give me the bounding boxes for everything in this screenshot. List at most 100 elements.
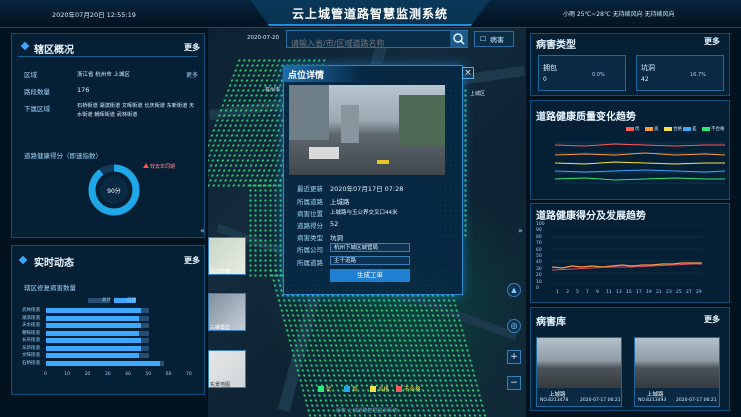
map-legend-swatch bbox=[370, 386, 376, 392]
score-y-tick: 40 bbox=[536, 260, 542, 266]
repair-bar-repaired bbox=[46, 323, 142, 328]
disease-card-2-pct: 16.7% bbox=[690, 72, 706, 78]
collapse-right-icon[interactable]: » bbox=[518, 226, 523, 235]
popup-road-label: 所属道路 bbox=[297, 198, 323, 206]
compass-icon[interactable]: ▲ bbox=[507, 283, 521, 297]
realtime-more-link[interactable]: 更多 bbox=[184, 255, 200, 266]
map-date: 2020-07-20 bbox=[247, 35, 279, 41]
map-thumb-3d-label: 三维模型 bbox=[210, 325, 231, 331]
disease-card-2[interactable] bbox=[636, 55, 724, 91]
quality-legend-swatch bbox=[645, 127, 653, 131]
library-title: 病害库 bbox=[536, 317, 566, 328]
quality-legend-label: 差 bbox=[692, 127, 697, 132]
disease-type-more-link[interactable]: 更多 bbox=[704, 36, 720, 47]
score-x-tick: 7 bbox=[586, 290, 589, 295]
score-x-tick: 19 bbox=[646, 290, 652, 295]
score-y-tick: 0 bbox=[536, 286, 539, 291]
company-select[interactable]: 杭州下城区城管局 bbox=[330, 243, 410, 252]
quality-legend-label: 合格 bbox=[673, 127, 682, 132]
header-datetime: 2020年07月20日 12:55:19 bbox=[52, 11, 136, 19]
repair-bar-repaired bbox=[46, 360, 160, 366]
score-y-tick: 50 bbox=[536, 254, 542, 259]
popup-score-label: 道路得分 bbox=[297, 222, 323, 230]
score-x-tick: 29 bbox=[696, 290, 702, 295]
repair-bar-label: 武林街道 bbox=[22, 308, 40, 313]
zoom-in-button[interactable]: + bbox=[507, 350, 521, 364]
repair-bar-repaired bbox=[46, 330, 140, 336]
popup-type-value: 坑洞 bbox=[330, 234, 343, 242]
repair-bar-label: 湖滨街道 bbox=[22, 315, 40, 321]
score-y-tick: 10 bbox=[536, 279, 542, 285]
filter-icon: ☐ bbox=[480, 35, 487, 43]
legend-repaired-label: 已修 bbox=[127, 298, 136, 303]
quality-legend-swatch bbox=[702, 127, 710, 131]
road-count-label: 路段数量 bbox=[24, 88, 50, 96]
popup-title: 点位详情 bbox=[288, 71, 325, 81]
score-trend-title: 道路健康得分及发展趋势 bbox=[536, 211, 646, 222]
streets-label: 下属区域 bbox=[24, 105, 50, 113]
locate-icon[interactable]: ◎ bbox=[507, 319, 521, 333]
map-label-2: 上城区 bbox=[470, 91, 486, 97]
disease-card-1[interactable] bbox=[538, 55, 626, 91]
popup-close-icon[interactable]: × bbox=[462, 67, 474, 79]
map-label-1: 杭州市 bbox=[265, 87, 281, 93]
map-thumb-history-label: 历史影像 bbox=[210, 269, 231, 275]
score-y-tick: 60 bbox=[536, 247, 542, 253]
quality-legend-label: 不合格 bbox=[711, 127, 725, 132]
popup-location-value: 上城路与玉公界交叉口44米 bbox=[330, 210, 398, 216]
repair-x-tick: 40 bbox=[125, 372, 131, 377]
score-y-tick: 90 bbox=[536, 228, 542, 234]
filter-button[interactable]: ☐ 病害 bbox=[474, 31, 514, 47]
collapse-left-icon[interactable]: « bbox=[200, 226, 205, 235]
disease-card-1-name: 拥包 bbox=[543, 64, 557, 72]
popup-photo bbox=[289, 85, 445, 175]
library-item-1-id: NO.8213478 bbox=[540, 398, 569, 403]
map-legend-label: 良 bbox=[352, 387, 358, 393]
popup-type-label: 病害类型 bbox=[297, 234, 323, 242]
map-legend-label: 优 bbox=[326, 387, 332, 393]
repair-bar-repaired bbox=[46, 345, 142, 351]
header-weather: 小雨 25℃~28℃ 无持续风向 无持续风向 bbox=[563, 11, 675, 18]
disease-card-1-count: 0 bbox=[543, 76, 547, 83]
quality-line-4 bbox=[555, 169, 725, 173]
score-x-tick: 17 bbox=[636, 290, 642, 295]
region-label: 区域 bbox=[24, 71, 37, 79]
district-more-link[interactable]: 更多 bbox=[184, 42, 200, 53]
library-more-link[interactable]: 更多 bbox=[704, 314, 720, 325]
quality-legend-swatch bbox=[664, 127, 672, 131]
popup-update-value: 2020年07月17日 07:28 bbox=[330, 185, 404, 193]
popup-company-label: 所属公司 bbox=[297, 246, 323, 254]
legend-total-label: 总计 bbox=[102, 298, 111, 303]
repair-bar-label: 长庆街道 bbox=[22, 338, 40, 343]
repair-bar-repaired bbox=[46, 308, 142, 313]
map-search-box[interactable] bbox=[286, 30, 468, 52]
map-legend-swatch bbox=[396, 386, 402, 392]
score-y-tick: 100 bbox=[536, 222, 545, 227]
region-extra-link[interactable]: 更多 bbox=[186, 70, 198, 79]
score-trend-chart bbox=[552, 225, 702, 285]
disease-card-2-count: 42 bbox=[641, 76, 649, 83]
quality-line-2 bbox=[555, 152, 725, 156]
generate-ticket-button[interactable]: 生成工单 bbox=[330, 269, 410, 282]
repair-x-tick: 50 bbox=[145, 372, 152, 377]
score-y-tick: 70 bbox=[536, 241, 542, 247]
score-x-tick: 11 bbox=[606, 290, 612, 295]
search-icon[interactable] bbox=[450, 31, 468, 47]
repair-bar-repaired bbox=[46, 353, 140, 358]
quality-legend-label: 优 bbox=[635, 127, 640, 132]
score-x-tick: 5 bbox=[576, 290, 579, 295]
streets-value: 石桥街道 湖滨街道 文晖街道 长庆街道 东新街道 天水街道 朝晖街道 武林街道 bbox=[77, 103, 195, 118]
score-y-tick: 80 bbox=[536, 234, 542, 240]
realtime-title: 实时动态 bbox=[34, 258, 74, 269]
quality-legend-swatch bbox=[626, 127, 634, 131]
library-item-1-date: 2020-07-17 06:21 bbox=[580, 398, 621, 403]
street-select[interactable]: 主干道路 bbox=[330, 256, 410, 265]
repair-x-tick: 60 bbox=[165, 372, 172, 377]
zoom-out-button[interactable]: − bbox=[507, 376, 521, 390]
map-search-input[interactable] bbox=[287, 35, 447, 52]
district-title: 辖区概况 bbox=[34, 45, 74, 56]
disease-card-2-name: 坑洞 bbox=[641, 64, 655, 72]
repair-x-tick: 70 bbox=[186, 372, 192, 377]
score-label: 道路健康得分（即速指数） bbox=[24, 152, 102, 160]
repair-x-tick: 10 bbox=[64, 372, 71, 377]
